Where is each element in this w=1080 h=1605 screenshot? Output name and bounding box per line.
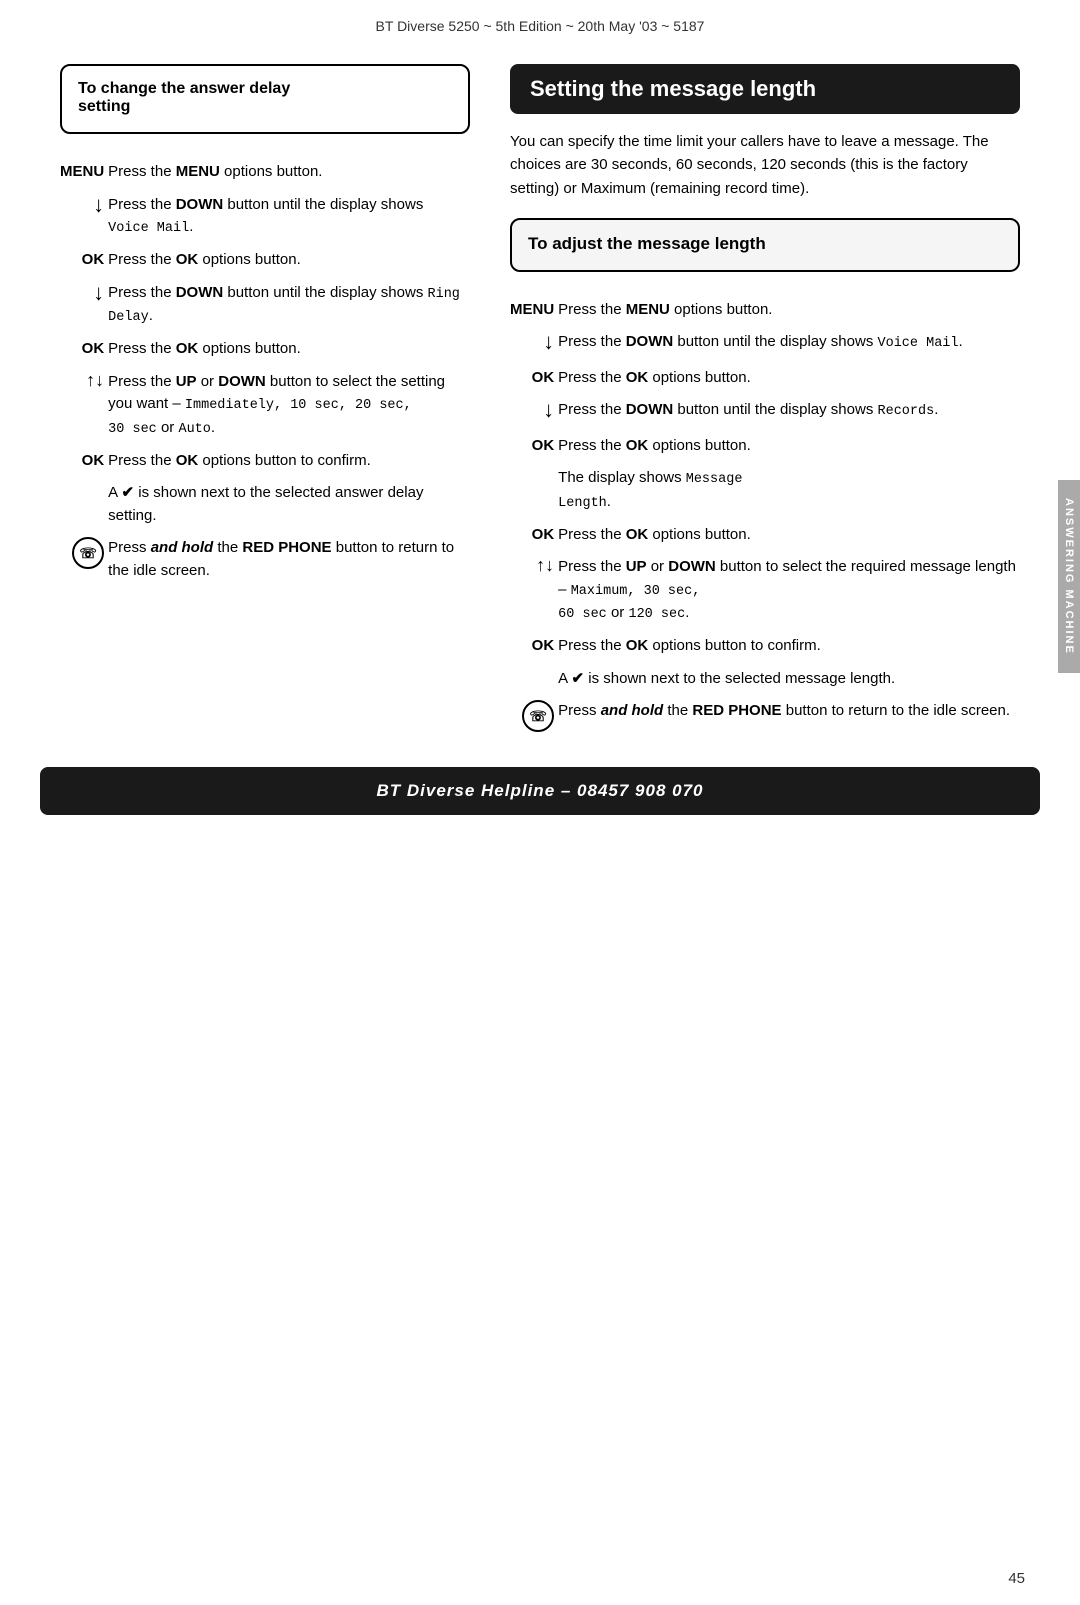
table-row: MENU Press the MENU options button. [510, 294, 1020, 327]
step-text: Press the OK options button. [108, 244, 470, 277]
step-label-ok1-r: OK [510, 362, 558, 395]
step-text: Press the UP or DOWN button to select th… [108, 366, 470, 445]
right-column: Setting the message length You can speci… [500, 64, 1020, 737]
step-text: Press the OK options button to confirm. [558, 630, 1020, 663]
step-text: Press and hold the RED PHONE button to r… [558, 695, 1020, 737]
table-row: ☏ Press and hold the RED PHONE button to… [60, 532, 470, 587]
step-label-ok2: OK [60, 333, 108, 366]
step-text: Press the MENU options button. [108, 156, 470, 189]
answering-machine-tab: ANSWERING MACHINE [1058, 480, 1080, 673]
step-text: A ✔ is shown next to the selected messag… [558, 663, 1020, 696]
step-label-empty1 [60, 477, 108, 532]
table-row: ↓ Press the DOWN button until the displa… [510, 326, 1020, 362]
step-label-ok2-r: OK [510, 430, 558, 463]
adjust-message-length-box: To adjust the message length [510, 218, 1020, 272]
step-text: Press the UP or DOWN button to select th… [558, 551, 1020, 630]
step-text: Press the DOWN button until the display … [108, 189, 470, 245]
left-steps-table: MENU Press the MENU options button. ↓ Pr… [60, 156, 470, 587]
step-label-down2-r: ↓ [510, 394, 558, 430]
step-text: Press the OK options button. [558, 362, 1020, 395]
step-label-menu-r: MENU [510, 294, 558, 327]
table-row: The display shows MessageLength. [510, 462, 1020, 519]
table-row: OK Press the OK options button. [510, 362, 1020, 395]
page-number: 45 [1008, 1570, 1025, 1587]
step-text: Press the OK options button. [558, 519, 1020, 552]
page-header: BT Diverse 5250 ~ 5th Edition ~ 20th May… [0, 0, 1080, 44]
step-label-empty2-r [510, 663, 558, 696]
section-title: Setting the message length [510, 64, 1020, 114]
step-text: Press the DOWN button until the display … [108, 277, 470, 334]
step-text: Press and hold the RED PHONE button to r… [108, 532, 470, 587]
table-row: OK Press the OK options button to confir… [60, 445, 470, 478]
step-label-ok3-r: OK [510, 519, 558, 552]
step-text: Press the OK options button. [108, 333, 470, 366]
step-label-menu: MENU [60, 156, 108, 189]
step-label-ok3: OK [60, 445, 108, 478]
table-row: OK Press the OK options button. [510, 430, 1020, 463]
table-row: MENU Press the MENU options button. [60, 156, 470, 189]
table-row: OK Press the OK options button. [510, 519, 1020, 552]
right-steps-table: MENU Press the MENU options button. ↓ Pr… [510, 294, 1020, 738]
step-label-updown: ↑↓ [60, 366, 108, 445]
step-text: Press the MENU options button. [558, 294, 1020, 327]
step-text: A ✔ is shown next to the selected answer… [108, 477, 470, 532]
left-column: To change the answer delay setting MENU … [60, 64, 500, 737]
table-row: ↑↓ Press the UP or DOWN button to select… [60, 366, 470, 445]
table-row: OK Press the OK options button to confir… [510, 630, 1020, 663]
table-row: ↓ Press the DOWN button until the displa… [60, 277, 470, 334]
table-row: ↓ Press the DOWN button until the displa… [60, 189, 470, 245]
table-row: ↓ Press the DOWN button until the displa… [510, 394, 1020, 430]
step-label-updown-r: ↑↓ [510, 551, 558, 630]
step-label-down2: ↓ [60, 277, 108, 334]
step-label-empty-r [510, 462, 558, 519]
step-text: Press the DOWN button until the display … [558, 326, 1020, 362]
change-answer-delay-box: To change the answer delay setting [60, 64, 470, 134]
table-row: OK Press the OK options button. [60, 244, 470, 277]
table-row: OK Press the OK options button. [60, 333, 470, 366]
adjust-box-title: To adjust the message length [528, 234, 1002, 254]
section-intro: You can specify the time limit your call… [510, 130, 1020, 200]
step-label-phone-r: ☏ [510, 695, 558, 737]
phone-icon: ☏ [72, 537, 104, 569]
step-label-down1: ↓ [60, 189, 108, 245]
table-row: A ✔ is shown next to the selected messag… [510, 663, 1020, 696]
footer-bar: BT Diverse Helpline – 08457 908 070 [40, 767, 1040, 815]
table-row: ↑↓ Press the UP or DOWN button to select… [510, 551, 1020, 630]
step-label-down1-r: ↓ [510, 326, 558, 362]
step-text: Press the DOWN button until the display … [558, 394, 1020, 430]
table-row: ☏ Press and hold the RED PHONE button to… [510, 695, 1020, 737]
step-label-ok4-r: OK [510, 630, 558, 663]
phone-icon-right: ☏ [522, 700, 554, 732]
step-label-ok1: OK [60, 244, 108, 277]
step-label-phone: ☏ [60, 532, 108, 587]
step-text: Press the OK options button to confirm. [108, 445, 470, 478]
box-title: To change the answer delay setting [78, 80, 452, 116]
step-text: Press the OK options button. [558, 430, 1020, 463]
step-text: The display shows MessageLength. [558, 462, 1020, 519]
table-row: A ✔ is shown next to the selected answer… [60, 477, 470, 532]
